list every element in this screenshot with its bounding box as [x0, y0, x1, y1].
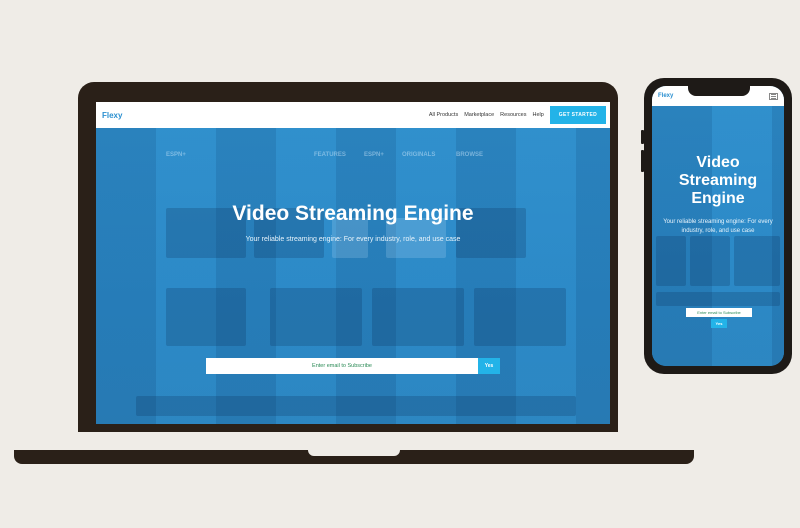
- tv-tile: [372, 288, 464, 346]
- phone-screen: Flexy Video Streaming Engine Your reliab…: [652, 86, 784, 366]
- phone-tile: [656, 236, 686, 286]
- get-started-button[interactable]: GET STARTED: [549, 106, 606, 124]
- phone-subscribe-form: Yes: [686, 308, 752, 328]
- nav-links: All Products Marketplace Resources Help …: [429, 106, 606, 124]
- nav-link-all-products[interactable]: All Products: [429, 112, 458, 118]
- subscribe-button[interactable]: Yes: [478, 358, 500, 374]
- nav-link-marketplace[interactable]: Marketplace: [464, 112, 494, 118]
- phone-subscribe-button[interactable]: Yes: [711, 319, 727, 328]
- brand-logo[interactable]: Flexy: [102, 111, 122, 120]
- tv-espn-logo: ESPN+: [166, 152, 186, 158]
- phone-email-input[interactable]: [686, 308, 752, 317]
- phone-tile: [656, 292, 780, 306]
- phone-hero-title: Video Streaming Engine: [678, 154, 758, 207]
- tv-menu-espn: ESPN+: [364, 152, 384, 158]
- tv-menu-browse: BROWSE: [456, 152, 483, 158]
- phone-tile: [690, 236, 730, 286]
- tv-tile: [270, 288, 362, 346]
- laptop-screen: ESPN+ FEATURES ESPN+ ORIGINALS BROWSE Fl…: [96, 102, 610, 424]
- subscribe-form: Yes: [206, 358, 500, 374]
- hamburger-icon[interactable]: [769, 93, 778, 100]
- tv-menu-features: FEATURES: [314, 152, 346, 158]
- hero-subtitle: Your reliable streaming engine: For ever…: [245, 236, 461, 243]
- tv-tile: [474, 288, 566, 346]
- top-nav: Flexy All Products Marketplace Resources…: [96, 102, 610, 128]
- phone-notch: [688, 86, 750, 96]
- tv-tile: [166, 288, 246, 346]
- tv-stand: [136, 396, 576, 416]
- phone-hero-subtitle: Your reliable streaming engine: For ever…: [663, 219, 773, 234]
- phone-tile: [734, 236, 780, 286]
- hero-background: ESPN+ FEATURES ESPN+ ORIGINALS BROWSE: [96, 128, 610, 424]
- hero-title: Video Streaming Engine: [232, 202, 474, 225]
- nav-link-resources[interactable]: Resources: [500, 112, 526, 118]
- nav-link-help[interactable]: Help: [532, 112, 543, 118]
- email-input[interactable]: [206, 358, 478, 374]
- laptop-notch: [308, 450, 400, 456]
- tv-menu-originals: ORIGINALS: [402, 152, 436, 158]
- phone-brand-logo[interactable]: Flexy: [658, 93, 673, 99]
